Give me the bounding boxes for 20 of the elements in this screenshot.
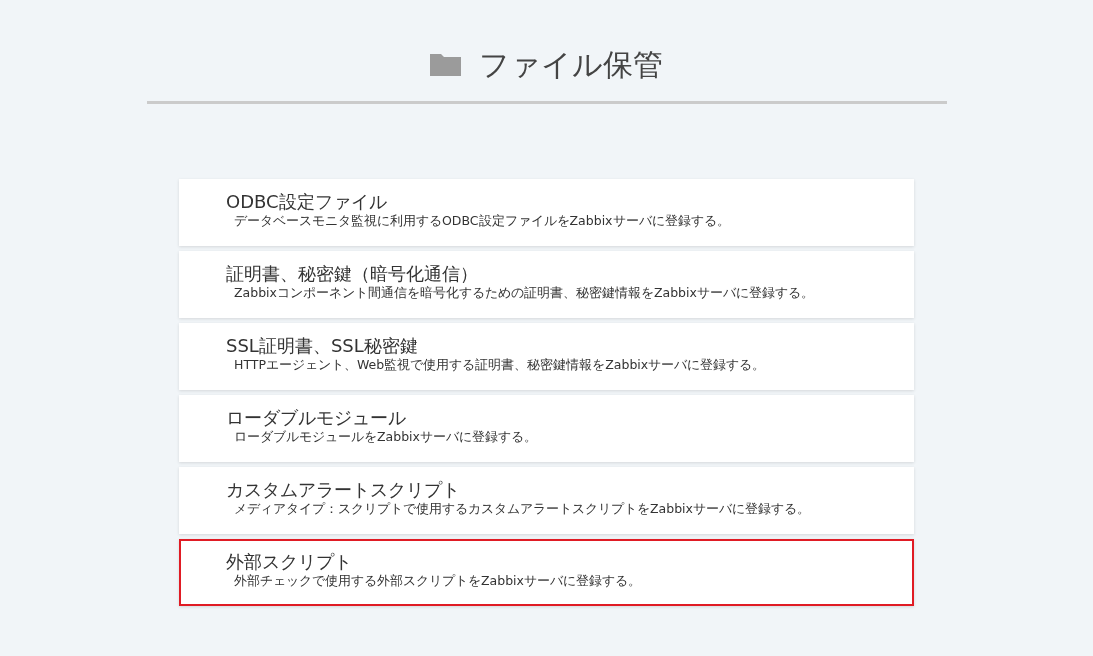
list-item[interactable]: 外部スクリプト 外部チェックで使用する外部スクリプトをZabbixサーバに登録する。	[179, 539, 914, 606]
item-description: 外部チェックで使用する外部スクリプトをZabbixサーバに登録する。	[233, 573, 642, 589]
item-title: SSL証明書、SSL秘密鍵	[226, 335, 419, 357]
item-title: ローダブルモジュール	[226, 407, 407, 429]
list-item[interactable]: ローダブルモジュール ローダブルモジュールをZabbixサーバに登録する。	[179, 395, 914, 462]
item-title: 外部スクリプト	[226, 551, 353, 573]
item-title: ODBC設定ファイル	[226, 191, 388, 213]
item-description: Zabbixコンポーネント間通信を暗号化するための証明書、秘密鍵情報をZabbixサーバに登録する。	[233, 285, 815, 301]
page-title: ファイル保管	[479, 45, 663, 84]
list-item[interactable]: ODBC設定ファイル データベースモニタ監視に利用するODBC設定ファイルをZabbixサーバに登録する。	[179, 179, 914, 246]
item-title: 証明書、秘密鍵（暗号化通信）	[226, 263, 479, 285]
item-description: データベースモニタ監視に利用するODBC設定ファイルをZabbixサーバに登録する。	[233, 213, 731, 229]
item-description: HTTPエージェント、Web監視で使用する証明書、秘密鍵情報をZabbixサーバに登録する。	[233, 357, 767, 373]
item-description: メディアタイプ：スクリプトで使用するカスタムアラートスクリプトをZabbixサーバに登録する。	[233, 501, 811, 517]
list-item[interactable]: カスタムアラートスクリプト メディアタイプ：スクリプトで使用するカスタムアラートスクリプトをZabbixサーバに登録する。	[179, 467, 914, 534]
item-title: カスタムアラートスクリプト	[226, 479, 461, 501]
folder-icon	[430, 54, 461, 76]
item-description: ローダブルモジュールをZabbixサーバに登録する。	[233, 429, 538, 445]
list-item[interactable]: 証明書、秘密鍵（暗号化通信） Zabbixコンポーネント間通信を暗号化するための証明書、秘密鍵情報をZabbixサーバに登録する。	[179, 251, 914, 318]
list-item[interactable]: SSL証明書、SSL秘密鍵 HTTPエージェント、Web監視で使用する証明書、秘密鍵情報をZabbixサーバに登録する。	[179, 323, 914, 390]
